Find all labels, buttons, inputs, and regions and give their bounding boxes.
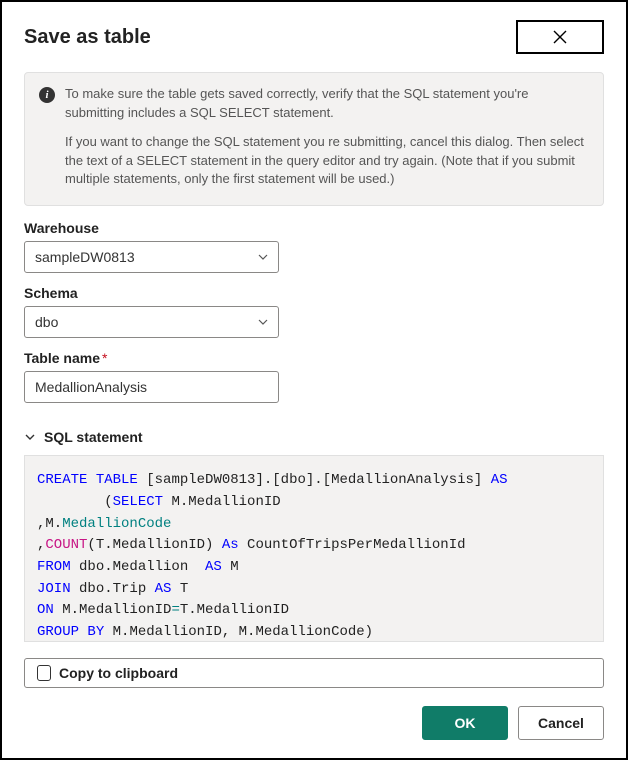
copy-icon xyxy=(37,665,51,681)
schema-label: Schema xyxy=(24,285,604,301)
info-icon: i xyxy=(39,87,55,103)
sql-code-block[interactable]: CREATE TABLE [sampleDW0813].[dbo].[Medal… xyxy=(24,455,604,642)
info-banner: i To make sure the table gets saved corr… xyxy=(24,72,604,206)
table-name-input[interactable] xyxy=(24,371,279,403)
ok-button[interactable]: OK xyxy=(422,706,508,740)
copy-to-clipboard-button[interactable]: Copy to clipboard xyxy=(24,658,604,688)
sql-statement-toggle[interactable]: SQL statement xyxy=(24,429,604,445)
warehouse-label: Warehouse xyxy=(24,220,604,236)
table-name-label: Table name* xyxy=(24,350,604,366)
info-text-1: To make sure the table gets saved correc… xyxy=(65,85,589,123)
cancel-button[interactable]: Cancel xyxy=(518,706,604,740)
warehouse-select[interactable] xyxy=(24,241,279,273)
close-button[interactable] xyxy=(516,20,604,54)
sql-statement-label: SQL statement xyxy=(44,429,143,445)
required-indicator: * xyxy=(102,350,107,366)
close-icon xyxy=(552,29,568,45)
dialog-title: Save as table xyxy=(24,26,151,49)
copy-button-label: Copy to clipboard xyxy=(59,665,178,681)
chevron-down-icon xyxy=(24,431,36,443)
info-text-2: If you want to change the SQL statement … xyxy=(65,133,589,190)
schema-select[interactable] xyxy=(24,306,279,338)
